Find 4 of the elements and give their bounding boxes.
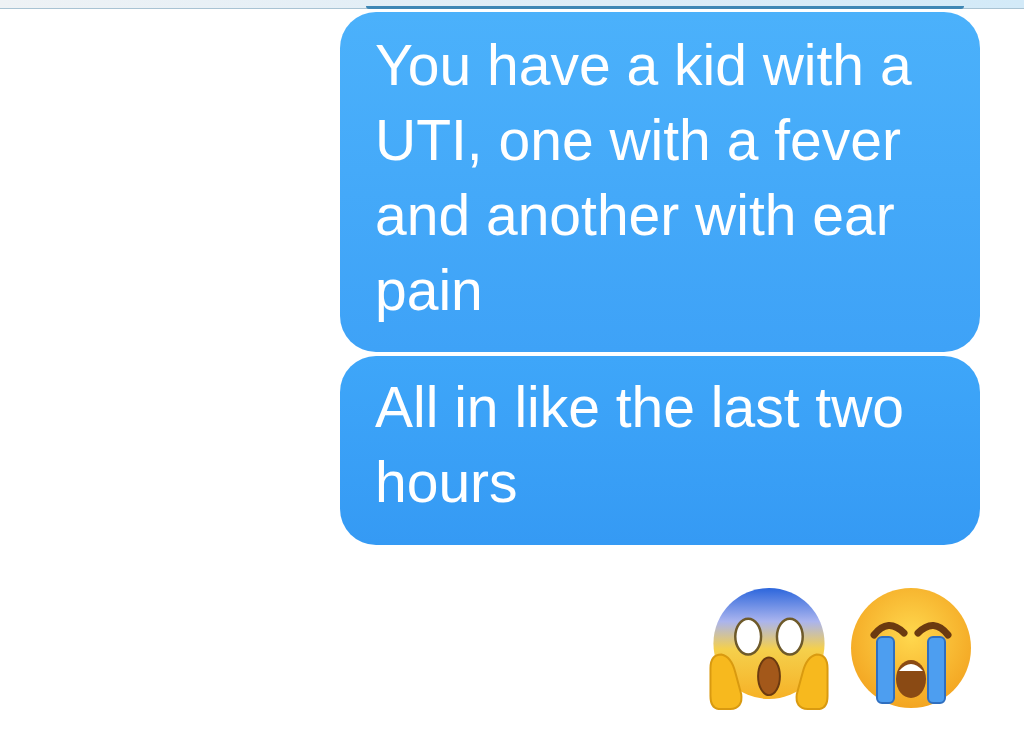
screaming-face-icon bbox=[708, 585, 830, 710]
message-text: All in like the last two hours bbox=[375, 374, 906, 516]
crying-face-icon bbox=[850, 586, 972, 709]
message-text: You have a kid with a UTI, one with a fever and another with ear pain bbox=[375, 32, 913, 324]
